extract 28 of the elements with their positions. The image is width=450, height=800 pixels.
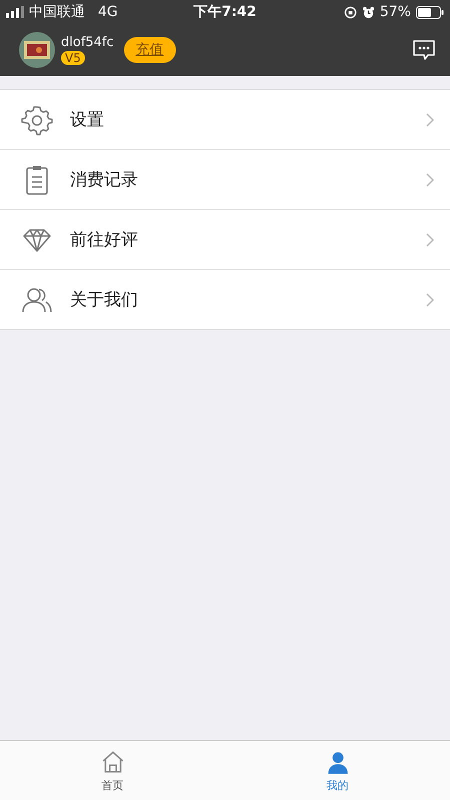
- gear-icon: [21, 104, 53, 136]
- menu-label: 设置: [70, 109, 105, 131]
- tab-item[interactable]: 首页: [0, 741, 225, 800]
- menu-label: 关于我们: [70, 289, 139, 311]
- menu-item[interactable]: 设置: [0, 90, 450, 150]
- chevron-icon: [426, 172, 434, 186]
- menu-label: 消费记录: [70, 169, 139, 191]
- menu-item[interactable]: 前往好评: [0, 210, 450, 270]
- network-type: 4G: [98, 4, 118, 20]
- menu-item[interactable]: 关于我们: [0, 270, 450, 329]
- chevron-icon: [426, 232, 434, 246]
- battery-percent: 57%: [380, 4, 411, 20]
- signal-icon: [6, 6, 24, 18]
- carrier-name: 中国联通: [29, 3, 85, 21]
- level-badge: V5: [61, 51, 85, 65]
- menu-label: 前往好评: [70, 229, 139, 251]
- battery-icon: [416, 6, 444, 18]
- avatar-icon: [19, 32, 55, 68]
- rotation-lock-icon: [344, 6, 357, 18]
- status-time: 下午7:42: [194, 3, 256, 21]
- chevron-icon: [426, 112, 434, 126]
- recharge-button[interactable]: 充值: [124, 37, 176, 63]
- message-icon[interactable]: [412, 39, 436, 61]
- alarm-icon: [362, 6, 375, 18]
- chevron-icon: [426, 292, 434, 306]
- tab-item[interactable]: 我的: [225, 741, 450, 800]
- username: dlof54fc: [61, 35, 114, 51]
- menu-item[interactable]: 消费记录: [0, 150, 450, 210]
